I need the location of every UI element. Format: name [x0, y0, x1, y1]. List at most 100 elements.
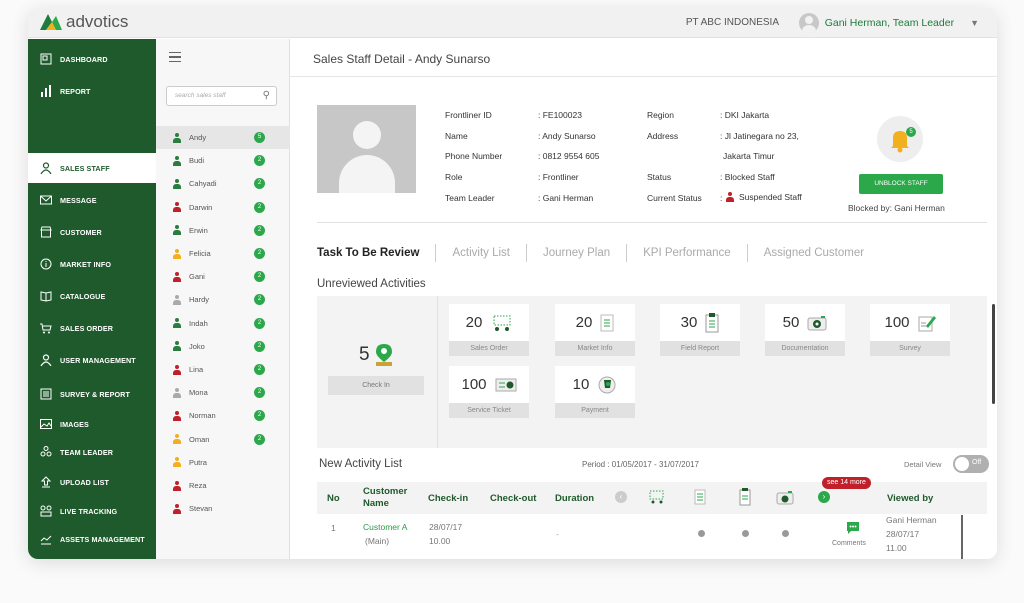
table-scrollbar[interactable]	[961, 515, 963, 559]
staff-list-item[interactable]: Joko 2	[156, 335, 290, 358]
document-icon	[694, 489, 706, 505]
menu-icon[interactable]	[169, 52, 181, 62]
sidebar-item-market-info[interactable]: MARKET INFO	[28, 249, 156, 279]
wallet-icon	[598, 376, 616, 393]
activity-count-badge: 2	[254, 178, 265, 190]
sidebar-item-label: SURVEY & REPORT	[60, 389, 130, 399]
search-icon[interactable]: ⚲	[263, 90, 270, 101]
sidebar-item-catalogue[interactable]: CATALOGUE	[28, 281, 156, 311]
image-icon	[40, 418, 52, 430]
sidebar-item-images[interactable]: IMAGES	[28, 409, 156, 439]
person-icon	[173, 387, 181, 398]
detail-view-label: Detail View	[904, 460, 942, 469]
sidebar-item-dashboard[interactable]: DASHBOARD	[28, 44, 156, 74]
staff-list-item[interactable]: Cahyadi 2	[156, 172, 290, 195]
sidebar-item-assets-management[interactable]: ASSETS MANAGEMENT	[28, 524, 156, 554]
user-name: Gani Herman, Team Leader	[824, 17, 955, 29]
service-ticket-count: 100	[461, 376, 487, 393]
person-icon	[173, 318, 181, 329]
checkin-label: Check In	[328, 376, 424, 395]
detail-view-toggle[interactable]: Off	[953, 455, 989, 473]
tab-journey-plan[interactable]: Journey Plan	[543, 247, 610, 259]
logo[interactable]: advotics	[40, 12, 128, 32]
see-more-badge[interactable]: see 14 more	[822, 477, 871, 489]
activity-tile-field-report[interactable]: 30 Field Report	[660, 304, 740, 358]
sidebar-item-survey-report[interactable]: SURVEY & REPORT	[28, 379, 156, 409]
staff-list-item[interactable]: Hardy 2	[156, 288, 290, 311]
frontliner-id-label: Frontliner ID	[445, 110, 492, 120]
comments-label[interactable]: Comments	[832, 540, 866, 547]
scroll-left-icon[interactable]: ‹	[615, 491, 627, 503]
tab-assigned-customer[interactable]: Assigned Customer	[764, 247, 864, 259]
activity-tile-documentation[interactable]: 50 Documentation	[765, 304, 845, 358]
staff-list-item[interactable]: Oman 2	[156, 428, 290, 451]
page-title: Sales Staff Detail - Andy Sunarso	[290, 39, 997, 77]
chevron-down-icon[interactable]: ▼	[970, 18, 979, 28]
row-customer[interactable]: Customer A	[363, 522, 407, 532]
staff-name: Putra	[189, 457, 207, 467]
sidebar-item-label: UPLOAD LIST	[60, 477, 110, 487]
staff-list-item[interactable]: Stevan	[156, 497, 290, 520]
search-placeholder: search sales staff	[175, 92, 226, 99]
search-input[interactable]: search sales staff ⚲	[166, 86, 277, 106]
sidebar-item-message[interactable]: MESSAGE	[28, 185, 156, 215]
tab-kpi-performance[interactable]: KPI Performance	[643, 247, 731, 259]
activity-tile-payment[interactable]: 10 Payment	[555, 366, 635, 420]
envelope-icon	[40, 194, 52, 206]
divider	[437, 296, 438, 448]
user-menu[interactable]: Gani Herman, Team Leader ▼	[798, 13, 979, 33]
staff-list-item[interactable]: Erwin 2	[156, 219, 290, 242]
unblock-staff-button[interactable]: UNBLOCK STAFF	[859, 174, 943, 194]
staff-list-item[interactable]: Felicia 2	[156, 242, 290, 265]
cart-icon	[649, 490, 664, 504]
bar-chart-icon	[40, 85, 52, 97]
phone-value: : 0812 9554 605	[538, 151, 600, 161]
staff-list-item[interactable]: Indah 2	[156, 312, 290, 335]
activity-tile-sales-order[interactable]: 20 Sales Order	[449, 304, 529, 358]
sidebar-item-upload-list[interactable]: UPLOAD LIST	[28, 467, 156, 497]
staff-name: Mona	[189, 388, 208, 398]
staff-list-item[interactable]: Norman 2	[156, 404, 290, 427]
tab-separator	[526, 244, 527, 262]
sidebar-item-report[interactable]: REPORT	[28, 76, 156, 106]
role-value: : Frontliner	[538, 172, 579, 182]
name-value: : Andy Sunarso	[538, 131, 596, 141]
sales-order-label: Sales Order	[449, 341, 529, 356]
sidebar-item-team-leader[interactable]: TEAM LEADER	[28, 437, 156, 467]
new-activity-title: New Activity List	[319, 458, 403, 470]
notification-bell[interactable]: 5	[877, 116, 923, 162]
page-scrollbar[interactable]	[992, 304, 995, 404]
staff-list-item[interactable]: Andy 5	[156, 126, 290, 149]
activity-tile-service-ticket[interactable]: 100 Service Ticket	[449, 366, 529, 420]
staff-list-item[interactable]: Reza	[156, 474, 290, 497]
cart-icon	[493, 315, 511, 331]
sidebar-item-sales-order[interactable]: SALES ORDER	[28, 313, 156, 343]
checkin-count: 5	[359, 344, 370, 365]
ticket-icon	[495, 378, 517, 391]
viewed-by-time: 11.00	[886, 543, 907, 553]
scroll-right-icon[interactable]: ›	[818, 491, 830, 503]
activity-tile-market-info[interactable]: 20 Market Info	[555, 304, 635, 358]
sidebar-item-label: TEAM LEADER	[60, 447, 114, 457]
sidebar-item-customer[interactable]: CUSTOMER	[28, 217, 156, 247]
activity-tile-survey[interactable]: 100 Survey	[870, 304, 950, 358]
staff-list-item[interactable]: Putra	[156, 451, 290, 474]
survey-count: 100	[884, 314, 910, 331]
sidebar-item-label: CUSTOMER	[60, 227, 102, 237]
comment-icon[interactable]	[846, 521, 860, 535]
staff-list-item[interactable]: Budi 2	[156, 149, 290, 172]
sidebar-item-label: DASHBOARD	[60, 54, 108, 64]
staff-list-item[interactable]: Lina 2	[156, 358, 290, 381]
tab-activity-list[interactable]: Activity List	[452, 247, 510, 259]
sidebar-item-user-management[interactable]: USER MANAGEMENT	[28, 345, 156, 375]
staff-list-item[interactable]: Darwin 2	[156, 196, 290, 219]
tab-task-to-be-review[interactable]: Task To Be Review	[317, 247, 419, 259]
checkin-tile[interactable]: 5	[359, 344, 392, 366]
document-icon	[600, 314, 614, 331]
table-row[interactable]: 1 Customer A (Main) 28/07/17 10.00 - Com…	[317, 515, 987, 559]
staff-list-item[interactable]: Mona 2	[156, 381, 290, 404]
staff-list-item[interactable]: Gani 2	[156, 265, 290, 288]
sidebar-item-sales-staff[interactable]: SALES STAFF	[28, 153, 156, 183]
sidebar-item-live-tracking[interactable]: LIVE TRACKING	[28, 496, 156, 526]
staff-name: Darwin	[189, 202, 213, 212]
